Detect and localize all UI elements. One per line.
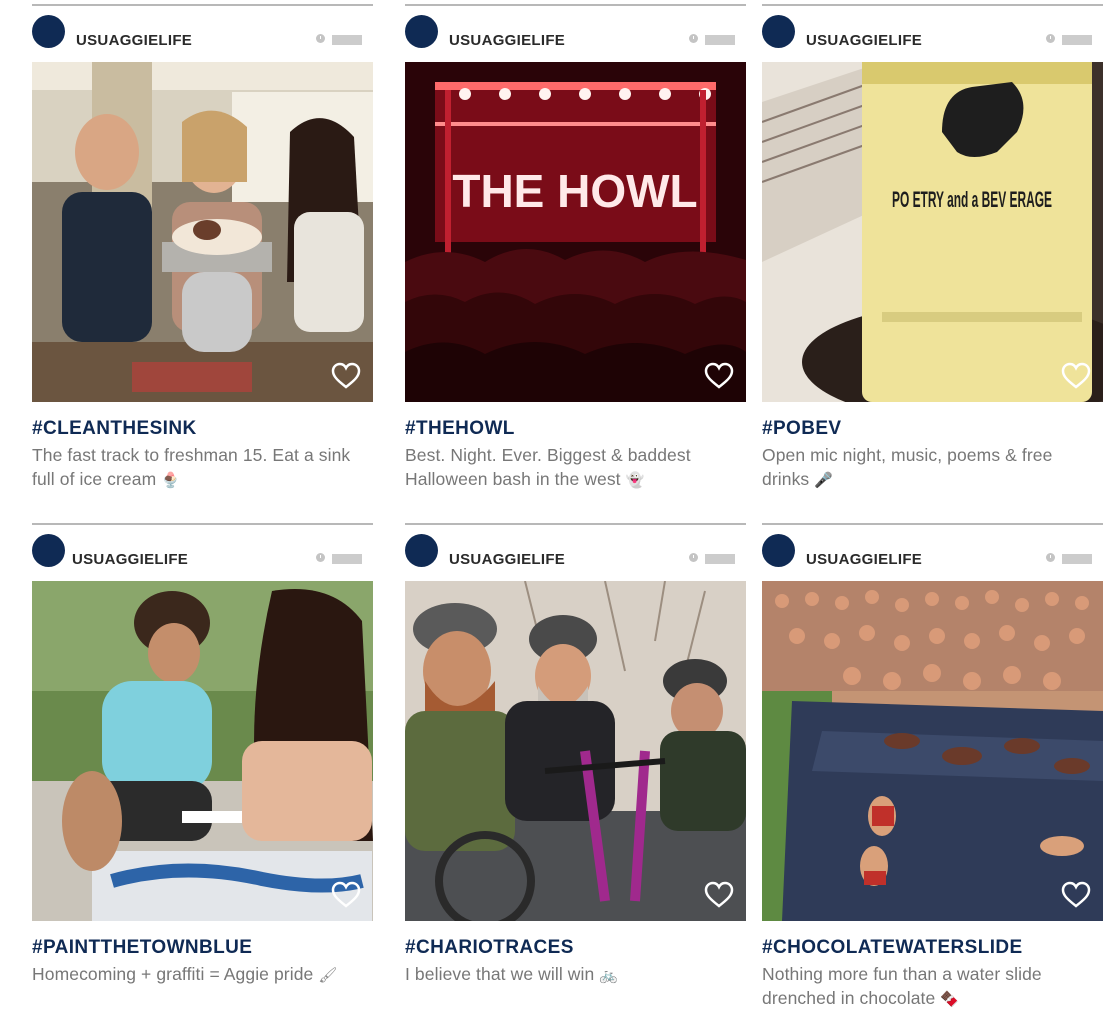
avatar[interactable] [405,15,438,48]
post-photo[interactable] [405,581,746,921]
heart-icon[interactable] [1061,362,1091,390]
post-caption: The fast track to freshman 15. Eat a sin… [32,443,373,493]
heart-icon[interactable] [704,881,734,909]
paintbrush-icon: 🖌 [318,967,338,984]
ice-cream-photo [32,62,373,402]
timestamp-placeholder [1062,554,1092,564]
timestamp-placeholder [705,554,735,564]
username[interactable]: USUAGGIELIFE [449,32,565,50]
username[interactable]: USUAGGIELIFE [449,551,565,569]
post-photo[interactable] [32,581,373,921]
timestamp-placeholder [705,35,735,45]
timestamp-placeholder [332,35,362,45]
username[interactable]: USUAGGIELIFE [806,32,922,50]
clock-icon [1046,34,1055,43]
clock-icon [689,553,698,562]
photo-text: PO ETRY and a BEV ERAGE [892,187,1052,212]
heart-icon[interactable] [331,362,361,390]
clock-icon [689,34,698,43]
timestamp-placeholder [332,554,362,564]
post-hashtag[interactable]: #PAINTTHETOWNBLUE [32,937,252,959]
clock-icon [1046,553,1055,562]
post-grid: USUAGGIELIFE #CLEANTHESINK The fast trac… [0,0,1111,1024]
post-caption: Open mic night, music, poems & free drin… [762,443,1103,493]
caption-text: Homecoming + graffiti = Aggie pride [32,964,314,984]
post-caption: Homecoming + graffiti = Aggie pride 🖌 [32,962,373,988]
post-hashtag[interactable]: #THEHOWL [405,418,515,440]
divider [405,4,746,6]
bike-riders-photo [405,581,746,921]
caption-text: Open mic night, music, poems & free drin… [762,445,1053,489]
clock-icon [316,553,325,562]
divider [32,523,373,525]
concert-photo: THE HOWL [405,62,746,402]
post-photo[interactable]: THE HOWL [405,62,746,402]
clock-icon [316,34,325,43]
post-hashtag[interactable]: #CHOCOLATEWATERSLIDE [762,937,1023,959]
caption-text: I believe that we will win [405,964,595,984]
post-photo[interactable] [32,62,373,402]
chocolate-icon: 🍫 [940,991,960,1008]
post-hashtag[interactable]: #POBEV [762,418,842,440]
painting-photo [32,581,373,921]
post-photo[interactable]: PO ETRY and a BEV ERAGE [762,62,1103,402]
microphone-icon: 🎤 [814,472,834,489]
avatar[interactable] [762,15,795,48]
post-caption: Best. Night. Ever. Biggest & baddest Hal… [405,443,746,493]
ice-cream-icon: 🍨 [161,472,180,489]
divider [762,4,1103,6]
timestamp-placeholder [1062,35,1092,45]
post-caption: Nothing more fun than a water slide dren… [762,962,1103,1012]
post-photo[interactable] [762,581,1103,921]
caption-text: Best. Night. Ever. Biggest & baddest Hal… [405,445,691,489]
avatar[interactable] [32,15,65,48]
avatar[interactable] [32,534,65,567]
photo-text: THE HOWL [452,165,697,217]
bicycle-icon: 🚲 [599,967,619,984]
heart-icon[interactable] [704,362,734,390]
post-caption: I believe that we will win 🚲 [405,962,746,988]
caption-text: Nothing more fun than a water slide dren… [762,964,1042,1008]
avatar[interactable] [762,534,795,567]
post-hashtag[interactable]: #CHARIOTRACES [405,937,574,959]
caption-text: The fast track to freshman 15. Eat a sin… [32,445,351,489]
username[interactable]: USUAGGIELIFE [806,551,922,569]
divider [405,523,746,525]
username[interactable]: USUAGGIELIFE [72,551,188,569]
water-slide-photo [762,581,1103,921]
divider [762,523,1103,525]
username[interactable]: USUAGGIELIFE [76,32,192,50]
cup-guitar-photo: PO ETRY and a BEV ERAGE [762,62,1103,402]
ghost-icon: 👻 [625,472,645,489]
divider [32,4,373,6]
post-hashtag[interactable]: #CLEANTHESINK [32,418,197,440]
avatar[interactable] [405,534,438,567]
heart-icon[interactable] [331,881,361,909]
heart-icon[interactable] [1061,881,1091,909]
